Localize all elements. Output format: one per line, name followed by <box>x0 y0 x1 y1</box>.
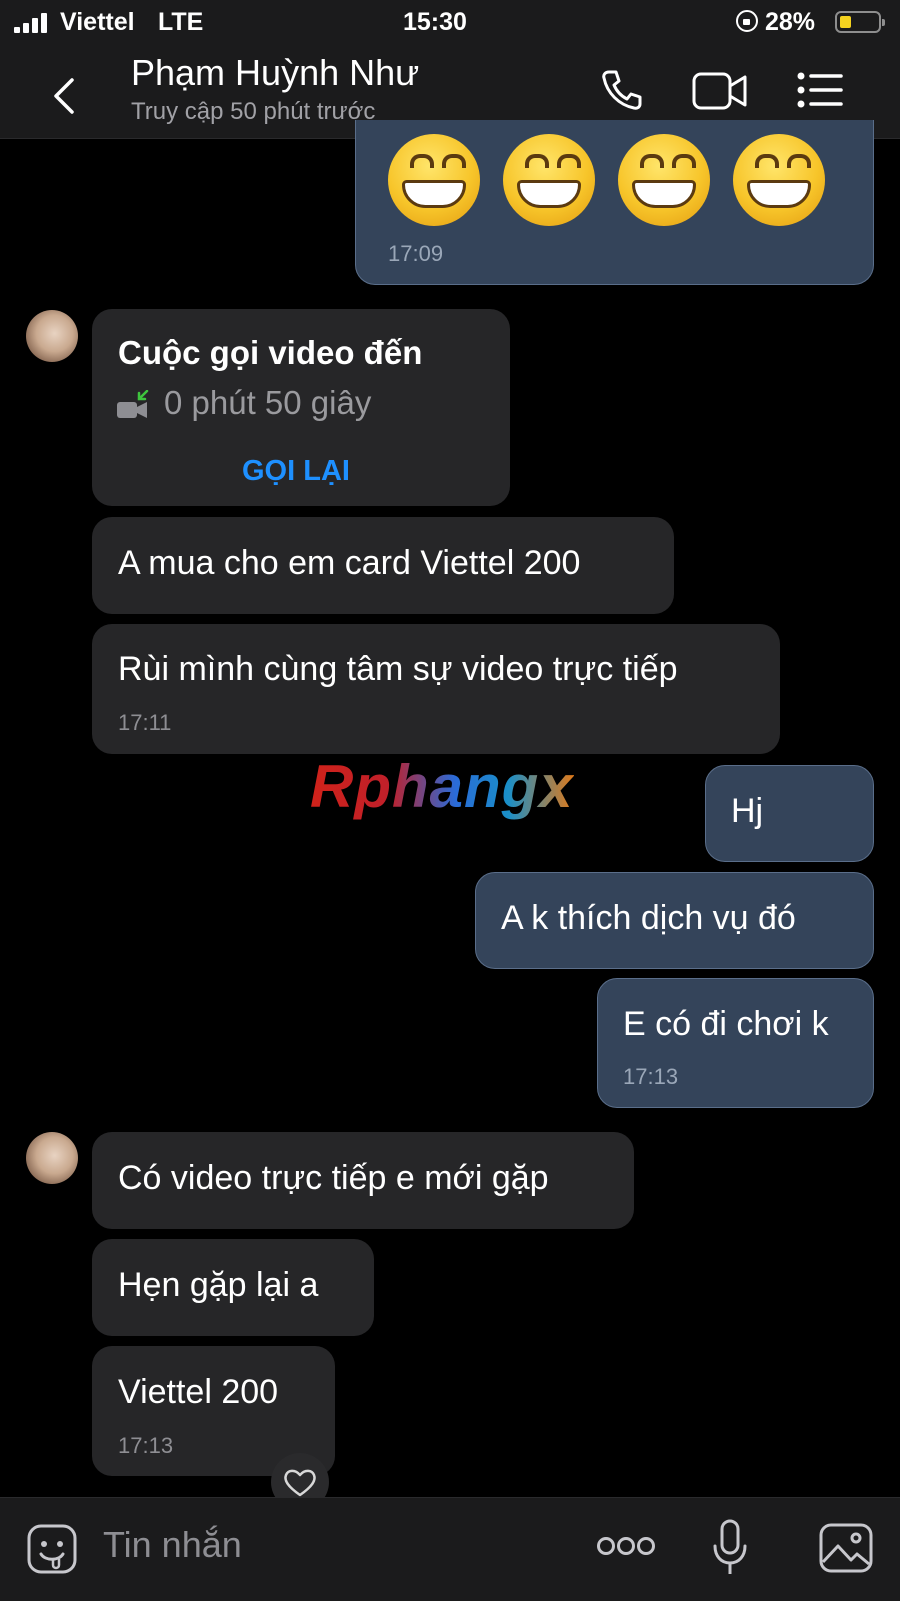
clock: 15:30 <box>403 8 467 36</box>
back-icon[interactable] <box>50 76 80 116</box>
contact-name[interactable]: Phạm Huỳnh Như <box>131 52 419 94</box>
message-text: Hj <box>731 792 764 830</box>
message-input[interactable]: Tin nhắn <box>103 1524 242 1566</box>
contact-avatar[interactable] <box>26 1132 78 1184</box>
video-call-icon[interactable] <box>692 70 748 112</box>
contact-avatar[interactable] <box>26 310 78 362</box>
grinning-face-icon <box>388 134 480 226</box>
phone-call-icon[interactable] <box>600 68 644 112</box>
grinning-face-icon <box>618 134 710 226</box>
call-duration: 0 phút 50 giây <box>164 384 372 421</box>
message-time: 17:13 <box>623 1064 679 1089</box>
message-text: Có video trực tiếp e mới gặp <box>118 1159 549 1197</box>
network-label: LTE <box>158 8 204 36</box>
signal-icon <box>14 13 52 33</box>
status-bar: Viettel LTE 15:30 28% <box>0 0 900 44</box>
message-time: 17:11 <box>118 710 172 735</box>
more-options-icon[interactable] <box>596 1535 656 1557</box>
message-text: Hẹn gặp lại a <box>118 1266 319 1304</box>
message-text: A mua cho em card Viettel 200 <box>118 544 581 582</box>
message-text: A k thích dịch vụ đó <box>501 899 796 937</box>
menu-icon[interactable] <box>797 72 843 108</box>
battery-icon <box>835 11 885 33</box>
rotation-lock-icon <box>736 10 758 32</box>
call-title: Cuộc gọi video đến <box>118 334 423 371</box>
incoming-video-call-icon <box>117 390 149 418</box>
watermark-logo: Rphangx <box>310 753 574 820</box>
call-back-button[interactable]: GỌI LẠI <box>242 455 350 488</box>
battery-percent: 28% <box>765 8 816 36</box>
message-text: Rùi mình cùng tâm sự video trực tiếp <box>118 650 678 688</box>
microphone-icon[interactable] <box>711 1518 749 1578</box>
message-time: 17:13 <box>118 1433 174 1458</box>
grinning-face-icon <box>733 134 825 226</box>
carrier-label: Viettel <box>60 8 135 36</box>
image-gallery-icon[interactable] <box>818 1522 874 1574</box>
incoming-message-bubble <box>92 624 780 754</box>
message-text: Viettel 200 <box>118 1373 279 1411</box>
message-text: E có đi chơi k <box>623 1005 829 1043</box>
sticker-icon[interactable] <box>26 1523 78 1575</box>
message-time: 17:09 <box>388 241 444 266</box>
grinning-face-icon <box>503 134 595 226</box>
last-seen-status: Truy cập 50 phút trước <box>131 98 376 125</box>
